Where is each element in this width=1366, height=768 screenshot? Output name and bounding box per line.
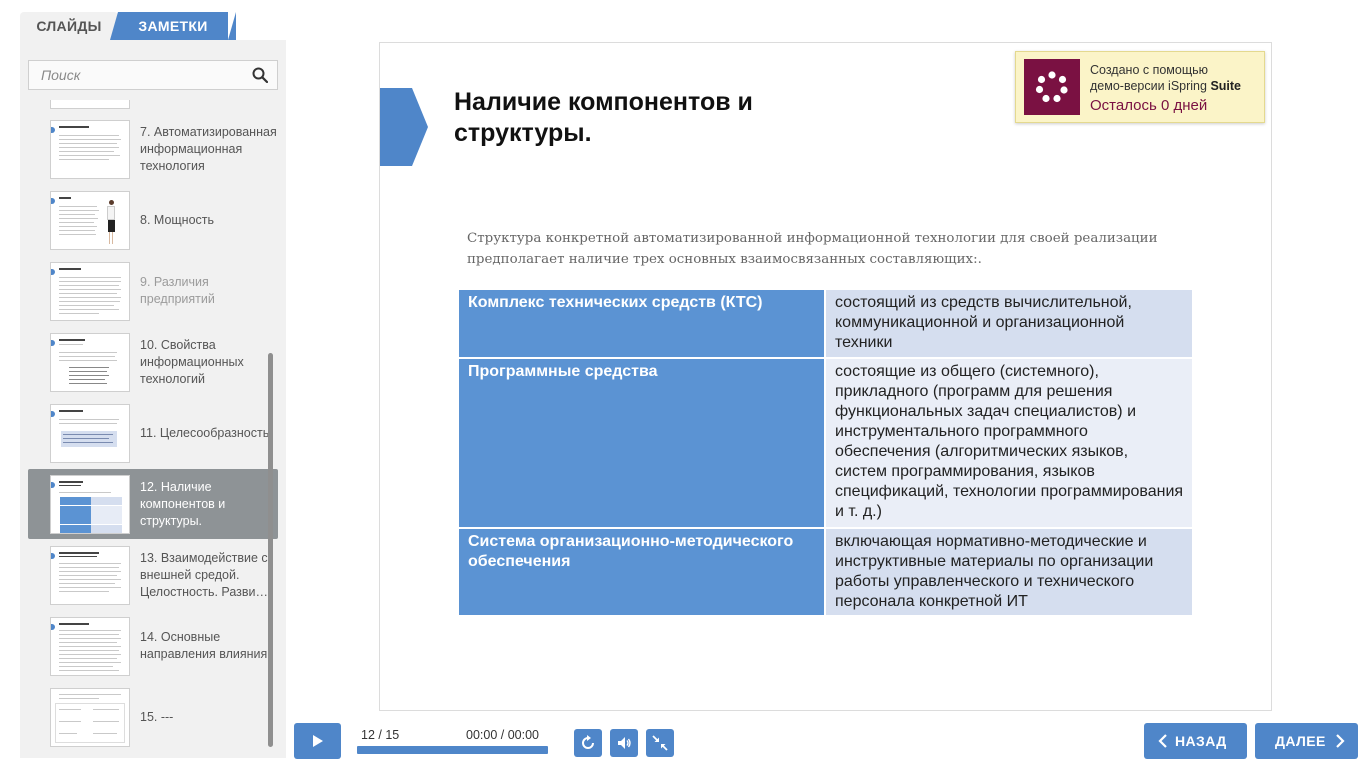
table-row: Система организационно-методического обе… xyxy=(459,527,1192,617)
slide-thumbnail xyxy=(50,262,130,321)
list-item[interactable] xyxy=(28,100,278,114)
list-item[interactable]: 11. Целесообразность xyxy=(28,398,278,468)
slide-label: 13. Взаимодействие с внешней средой. Цел… xyxy=(140,550,269,599)
slide-label: 7. Автоматизированная информационная тех… xyxy=(140,124,277,173)
back-button[interactable]: НАЗАД xyxy=(1144,723,1247,759)
volume-button[interactable] xyxy=(610,729,638,757)
list-item[interactable]: 15. --- xyxy=(28,682,278,750)
slide-thumbnail xyxy=(50,191,130,250)
list-item[interactable]: 10. Свойства информационных технологий xyxy=(28,327,278,397)
person-figure-icon xyxy=(107,200,115,246)
collapse-button[interactable] xyxy=(646,729,674,757)
table-cell-value: включающая нормативно-методические и инс… xyxy=(825,527,1192,617)
slide-label: 14. Основные направления влияния xyxy=(140,630,268,661)
title-chevron-shape xyxy=(380,88,428,166)
next-label: ДАЛЕЕ xyxy=(1275,733,1326,749)
replay-icon xyxy=(582,735,594,749)
list-item[interactable]: 13. Взаимодействие с внешней средой. Цел… xyxy=(28,540,278,610)
chevron-right-icon xyxy=(1336,734,1345,748)
time-display: 00:00 / 00:00 xyxy=(466,728,539,742)
slide-label: 12. Наличие компонентов и структуры. xyxy=(140,479,226,528)
components-table: Комплекс технических средств (КТС) состо… xyxy=(459,288,1192,617)
list-item[interactable]: 12. Наличие компонентов и структуры. xyxy=(28,469,278,539)
slide-thumbnail xyxy=(50,404,130,463)
list-item[interactable]: 8. Мощность xyxy=(28,185,278,255)
table-row: Программные средства состоящие из общего… xyxy=(459,357,1192,529)
ispring-logo-icon xyxy=(1024,59,1080,115)
sidebar-scrollbar[interactable] xyxy=(268,353,273,747)
slide-thumbnail xyxy=(50,688,130,747)
chevron-left-icon xyxy=(1158,734,1167,748)
slide-thumbnail xyxy=(50,100,130,109)
slide-label: 10. Свойства информационных технологий xyxy=(140,337,244,386)
slide-thumbnail xyxy=(50,120,130,179)
watermark-days-left: Осталось 0 дней xyxy=(1090,97,1208,114)
slide-label: 9. Различия предприятий xyxy=(140,275,215,306)
search-input[interactable] xyxy=(29,61,239,89)
slide-list: 7. Автоматизированная информационная тех… xyxy=(28,100,278,750)
table-row: Комплекс технических средств (КТС) состо… xyxy=(459,288,1192,359)
slide-stage: Наличие компонентов и структуры. Структу… xyxy=(379,42,1272,711)
slide-thumbnail xyxy=(50,546,130,605)
watermark-line2: демо-версии iSpring Suite xyxy=(1090,79,1241,93)
sidebar: 7. Автоматизированная информационная тех… xyxy=(20,40,286,758)
player-window: { "tabs": { "slides": "СЛАЙДЫ", "notes":… xyxy=(0,0,1366,768)
table-cell-value: состоящий из средств вычислительной, ком… xyxy=(825,288,1192,359)
slide-label: 15. --- xyxy=(140,709,174,724)
sidebar-tabs: СЛАЙДЫ ЗАМЕТКИ xyxy=(20,12,286,40)
list-item[interactable]: 14. Основные направления влияния xyxy=(28,611,278,681)
tab-notes[interactable]: ЗАМЕТКИ xyxy=(110,12,228,40)
slide-label: 8. Мощность xyxy=(140,212,215,227)
search-box xyxy=(28,60,278,90)
table-cell-key: Комплекс технических средств (КТС) xyxy=(459,288,826,359)
collapse-icon xyxy=(652,735,668,751)
slide-thumbnail xyxy=(50,617,130,676)
table-cell-key: Программные средства xyxy=(459,357,826,529)
demo-watermark: Создано с помощью демо-версии iSpring Su… xyxy=(1015,51,1265,123)
slide-intro-text: Структура конкретной автоматизированной … xyxy=(467,231,1158,267)
volume-icon xyxy=(618,737,631,749)
next-button[interactable]: ДАЛЕЕ xyxy=(1255,723,1358,759)
list-item[interactable]: 7. Автоматизированная информационная тех… xyxy=(28,114,278,184)
play-button[interactable] xyxy=(294,723,341,759)
tab-slides[interactable]: СЛАЙДЫ xyxy=(20,12,118,40)
list-item[interactable]: 9. Различия предприятий xyxy=(28,256,278,326)
slide-title: Наличие компонентов и структуры. xyxy=(454,88,753,147)
table-cell-value: состоящие из общего (системного), прикла… xyxy=(825,357,1192,529)
slide-counter: 12 / 15 xyxy=(361,728,400,742)
back-label: НАЗАД xyxy=(1175,733,1227,749)
table-cell-key: Система организационно-методического обе… xyxy=(459,527,826,617)
replay-button[interactable] xyxy=(574,729,602,757)
slide-thumbnail xyxy=(50,475,130,534)
slide-thumbnail xyxy=(50,333,130,392)
play-icon xyxy=(313,735,323,747)
watermark-line1: Создано с помощью xyxy=(1090,63,1209,77)
progress-bar[interactable] xyxy=(357,746,548,754)
slide-label: 11. Целесообразность xyxy=(140,425,270,440)
search-icon[interactable] xyxy=(252,67,268,83)
